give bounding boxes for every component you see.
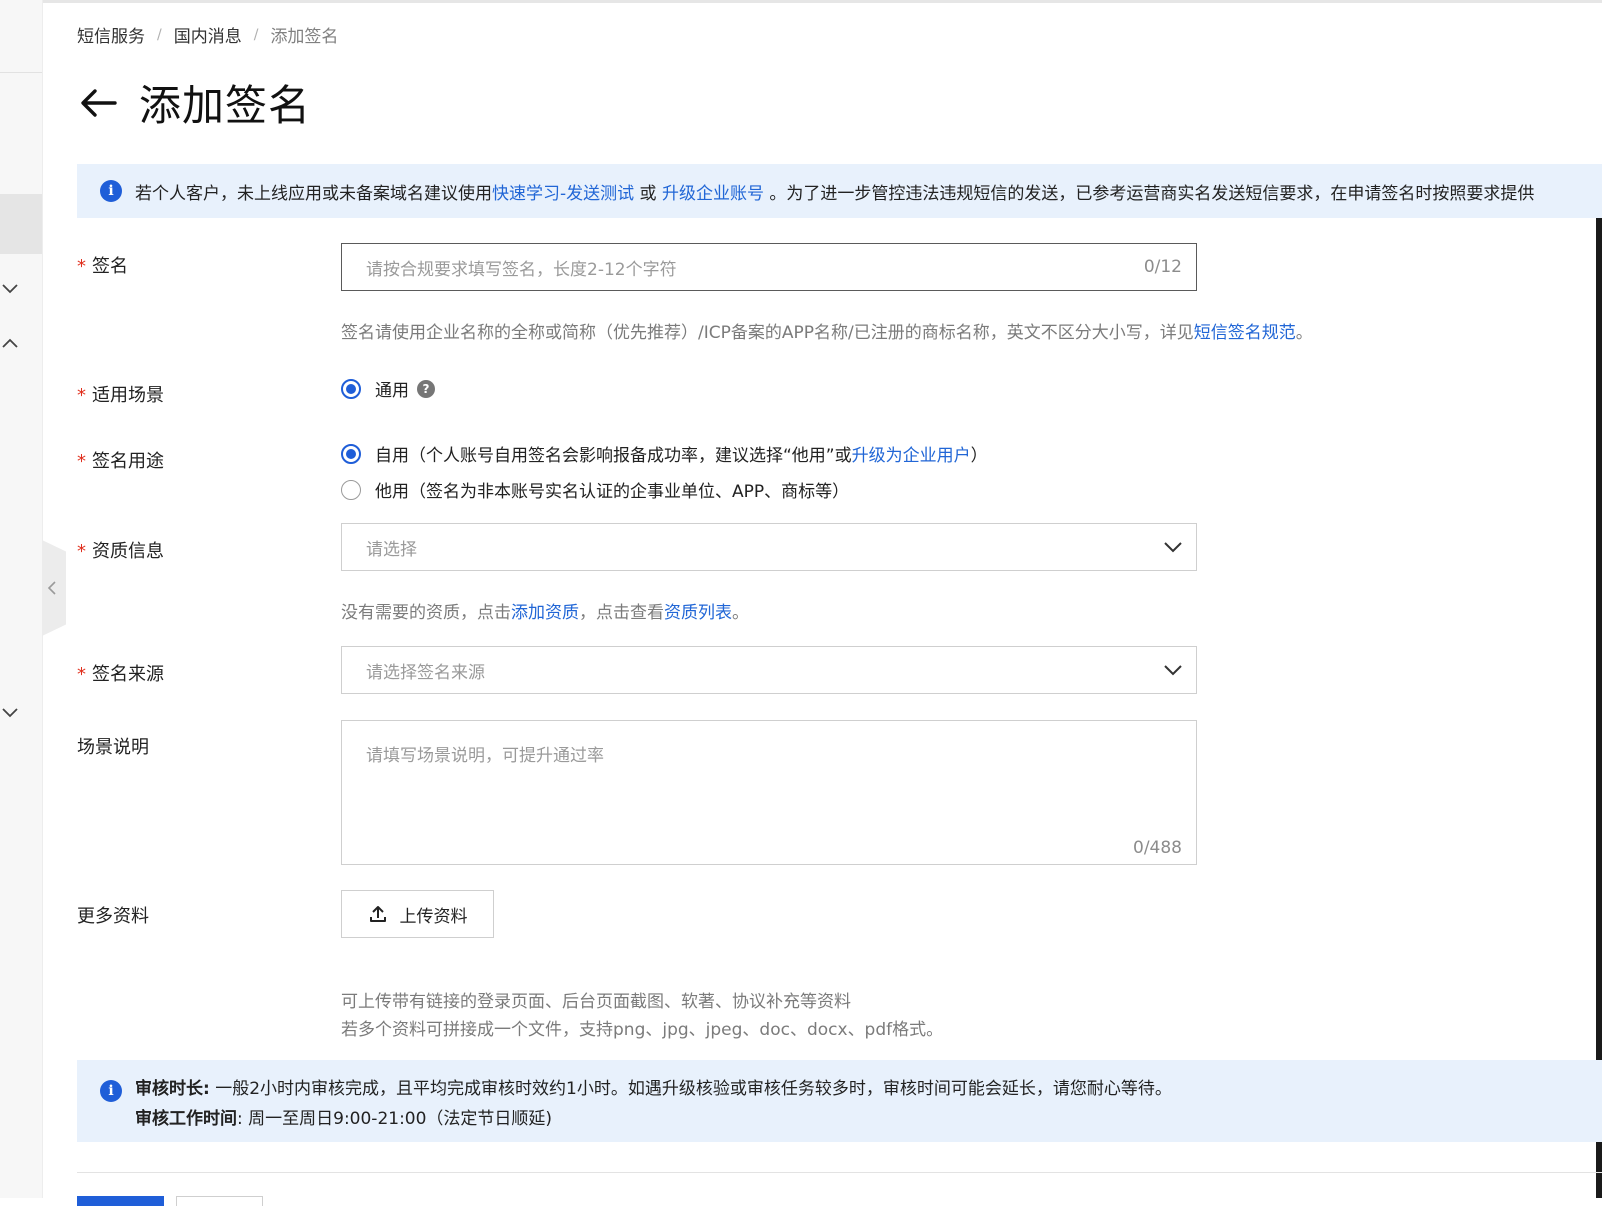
- signature-counter: 0/12: [1143, 257, 1182, 277]
- page-title: 添加签名: [139, 81, 312, 130]
- chevron-down-icon: [1164, 542, 1182, 553]
- page-header: 添加签名: [77, 72, 311, 133]
- chevron-down-icon[interactable]: [0, 278, 20, 298]
- source-select[interactable]: 请选择签名来源: [341, 646, 1197, 694]
- info-notice-top: i 若个人客户，未上线应用或未备案域名建议使用 快速学习-发送测试 或 升级企业账…: [77, 164, 1602, 218]
- chevron-down-icon: [1164, 665, 1182, 676]
- review-duration: 审核时长: 一般2小时内审核完成，且平均完成审核时效约1小时。如遇升级核验或审核…: [135, 1079, 1172, 1099]
- scene-desc-label: 场景说明: [77, 737, 149, 758]
- notice-text: 若个人客户，未上线应用或未备案域名建议使用: [135, 183, 492, 204]
- top-border: [0, 0, 1602, 3]
- upgrade-account-link[interactable]: 升级企业账号: [662, 179, 764, 204]
- breadcrumb-current: 添加签名: [270, 27, 339, 47]
- more-materials-label: 更多资料: [77, 906, 149, 927]
- add-qualification-link[interactable]: 添加资质: [511, 603, 579, 623]
- footer-divider: [77, 1172, 1602, 1173]
- info-icon: i: [100, 1080, 122, 1102]
- qualification-help: 没有需要的资质，点击添加资质，点击查看资质列表。: [341, 603, 749, 623]
- usage-radio-other[interactable]: 他用（签名为非本账号实名认证的企事业单位、APP、商标等）: [341, 477, 849, 502]
- chevron-down-icon[interactable]: [0, 702, 20, 722]
- qualification-label: * 资质信息: [77, 541, 164, 562]
- qualification-select[interactable]: 请选择: [341, 523, 1197, 571]
- signature-placeholder: 请按合规要求填写签名，长度2-12个字符: [366, 259, 677, 280]
- breadcrumb-domestic[interactable]: 国内消息: [174, 22, 242, 47]
- breadcrumb: 短信服务 / 国内消息 / 添加签名: [77, 22, 339, 48]
- source-label: * 签名来源: [77, 664, 164, 685]
- back-arrow-icon[interactable]: [77, 82, 119, 124]
- breadcrumb-separator: /: [157, 26, 162, 43]
- upload-icon: [369, 906, 386, 922]
- upload-help-line1: 可上传带有链接的登录页面、后台页面截图、软著、协议补充等资料: [341, 992, 851, 1012]
- left-nav-rail: [0, 0, 43, 1198]
- sidebar-collapse-handle[interactable]: [42, 540, 66, 636]
- review-hours: 审核工作时间: 周一至周日9:00-21:00（法定节日顺延): [135, 1109, 553, 1129]
- scene-option-label: 通用: [375, 381, 409, 401]
- signature-label: * 签名: [77, 256, 128, 277]
- upgrade-enterprise-link[interactable]: 升级为企业用户: [852, 441, 971, 466]
- signature-help: 签名请使用企业名称的全称或简称（优先推荐）/ICP备案的APP名称/已注册的商标…: [341, 323, 1313, 343]
- radio-unselected[interactable]: [341, 479, 361, 500]
- info-icon: i: [100, 180, 122, 202]
- scene-radio-general[interactable]: 通用 ?: [341, 376, 435, 401]
- info-notice-bottom: i 审核时长: 一般2小时内审核完成，且平均完成审核时效约1小时。如遇升级核验或…: [77, 1060, 1602, 1142]
- quick-test-link[interactable]: 快速学习-发送测试: [492, 179, 634, 204]
- upload-help-line2: 若多个资料可拼接成一个文件，支持png、jpg、jpeg、doc、docx、pd…: [341, 1020, 944, 1040]
- breadcrumb-sms-service[interactable]: 短信服务: [77, 22, 145, 47]
- rail-divider: [0, 72, 42, 73]
- rail-active-item[interactable]: [0, 194, 42, 254]
- notice-text: 。为了进一步管控违法违规短信的发送，已参考运营商实名发送短信要求，在申请签名时按…: [763, 183, 1535, 204]
- breadcrumb-separator: /: [253, 26, 259, 43]
- usage-radio-self[interactable]: 自用（个人账号自用签名会影响报备成功率，建议选择“他用”或 升级为企业用户）: [341, 441, 988, 466]
- source-placeholder: 请选择签名来源: [366, 662, 485, 683]
- sign-spec-link[interactable]: 短信签名规范: [1194, 323, 1296, 343]
- scene-label: * 适用场景: [77, 385, 164, 406]
- window-edge: [1596, 208, 1602, 1198]
- chevron-up-icon[interactable]: [0, 334, 20, 354]
- radio-selected[interactable]: [341, 378, 361, 399]
- usage-label: * 签名用途: [77, 451, 164, 472]
- radio-selected[interactable]: [341, 443, 361, 464]
- chevron-left-icon: [47, 581, 56, 595]
- qualification-list-link[interactable]: 资质列表: [664, 603, 732, 623]
- scene-desc-counter: 0/488: [1133, 838, 1182, 858]
- question-icon[interactable]: ?: [417, 379, 435, 398]
- scene-desc-textarea[interactable]: 请填写场景说明，可提升通过率 0/488: [341, 720, 1197, 865]
- qualification-placeholder: 请选择: [366, 539, 417, 560]
- scene-desc-placeholder: 请填写场景说明，可提升通过率: [366, 746, 604, 766]
- signature-input[interactable]: 请按合规要求填写签名，长度2-12个字符 0/12: [341, 243, 1197, 291]
- notice-text: 或: [634, 183, 662, 204]
- upload-button[interactable]: 上传资料: [341, 890, 494, 938]
